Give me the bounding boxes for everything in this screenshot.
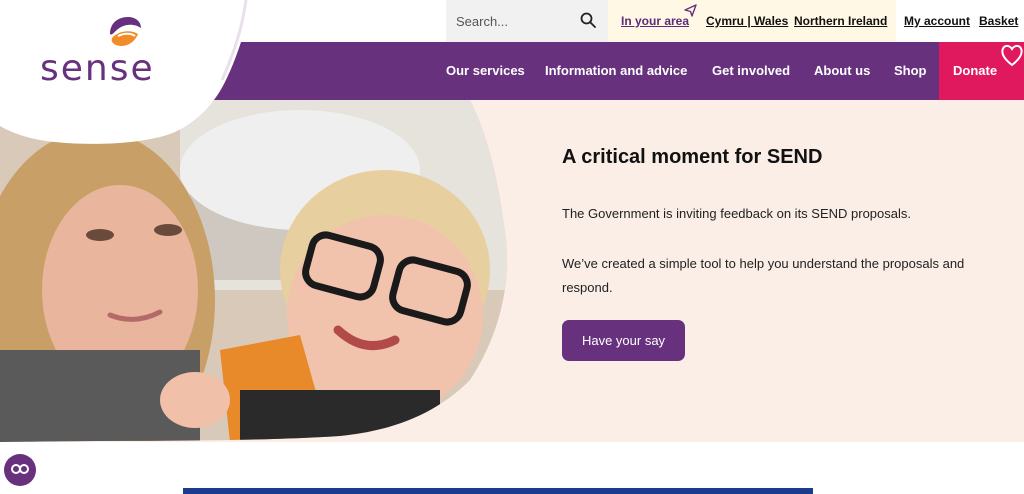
hero-photo [0, 100, 510, 442]
section-edge [183, 488, 813, 494]
search-input[interactable] [456, 13, 576, 29]
account-links: My account Basket [896, 0, 1024, 42]
search-box[interactable] [446, 0, 608, 42]
hero-banner: A critical moment for SEND The Governmen… [0, 100, 1024, 442]
search-icon[interactable] [580, 12, 596, 33]
donate-label[interactable]: Donate [953, 63, 997, 78]
basket-link[interactable]: Basket [979, 14, 1018, 28]
nav-shop[interactable]: Shop [894, 63, 927, 78]
donate-button[interactable]: Donate [939, 42, 1024, 100]
hero-paragraph-1: The Government is inviting feedback on i… [562, 206, 912, 221]
my-account-link[interactable]: My account [904, 14, 970, 28]
nav-about-us[interactable]: About us [814, 63, 870, 78]
accessibility-link-icon [11, 463, 29, 478]
hero-paragraph-2: We’ve created a simple tool to help you … [562, 256, 965, 295]
heart-icon [999, 42, 1024, 73]
in-your-area-link[interactable]: In your area [621, 14, 689, 28]
hero-title: A critical moment for SEND [562, 146, 823, 168]
nav-our-services[interactable]: Our services [446, 63, 525, 78]
cymru-wales-link[interactable]: Cymru | Wales [706, 14, 788, 28]
nav-information-and-advice[interactable]: Information and advice [545, 63, 687, 78]
accessibility-button[interactable] [4, 454, 36, 486]
main-nav: Our services Information and advice Get … [180, 42, 1024, 100]
logo-wordmark: sense [40, 48, 155, 89]
paper-plane-icon [684, 4, 697, 22]
logo-area[interactable]: sense [0, 0, 260, 145]
northern-ireland-link[interactable]: Northern Ireland [794, 14, 887, 28]
nav-get-involved[interactable]: Get involved [712, 63, 790, 78]
have-your-say-button[interactable]: Have your say [562, 320, 685, 361]
